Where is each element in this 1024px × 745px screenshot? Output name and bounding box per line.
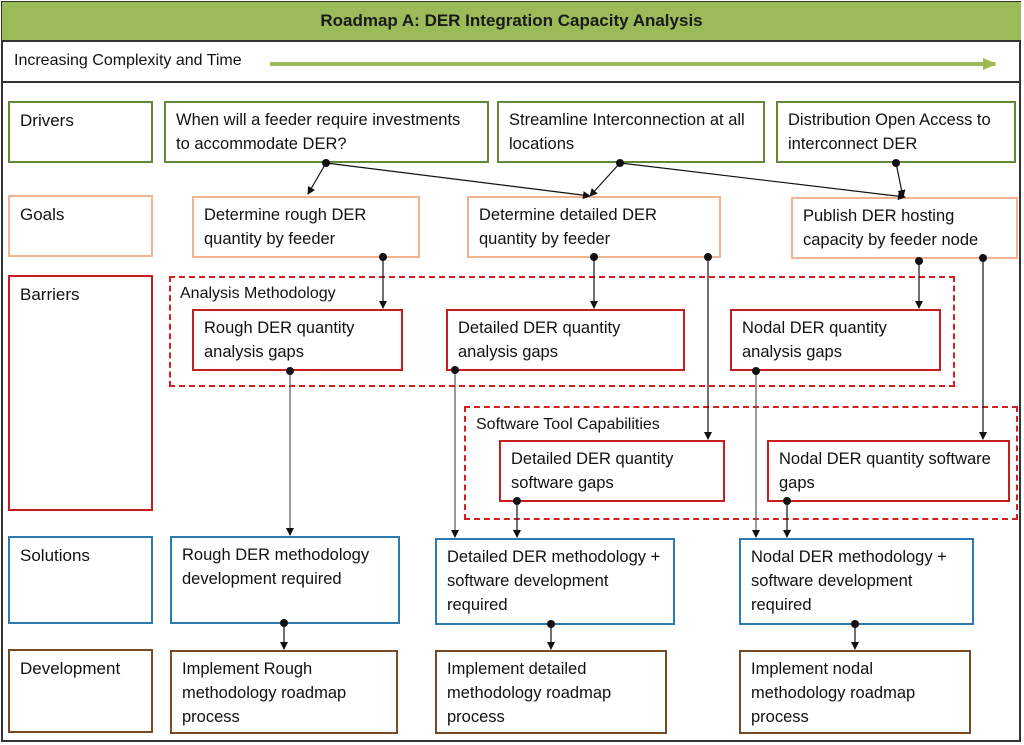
group-label-software: Software Tool Capabilities [476, 416, 660, 433]
barrier-detailed-software: Detailed DER quantity software gaps [499, 440, 725, 502]
barrier-rough-analysis: Rough DER quantity analysis gaps [192, 309, 403, 371]
driver-open-access: Distribution Open Access to interconnect… [776, 101, 1016, 163]
development-nodal: Implement nodal methodology roadmap proc… [739, 650, 971, 734]
row-label-goals: Goals [8, 195, 153, 257]
goal-detailed-quantity: Determine detailed DER quantity by feede… [467, 196, 721, 258]
development-rough: Implement Rough methodology roadmap proc… [170, 650, 398, 734]
barrier-nodal-analysis: Nodal DER quantity analysis gaps [730, 309, 941, 371]
barrier-detailed-analysis: Detailed DER quantity analysis gaps [446, 309, 685, 371]
timeline-band: Increasing Complexity and Time [2, 41, 1021, 83]
solution-detailed: Detailed DER methodology + software deve… [435, 538, 675, 625]
row-label-barriers: Barriers [8, 275, 153, 511]
timeline-label: Increasing Complexity and Time [14, 52, 242, 69]
row-label-drivers: Drivers [8, 101, 153, 163]
row-label-development: Development [8, 649, 153, 733]
solution-rough: Rough DER methodology development requir… [170, 536, 400, 624]
goal-rough-quantity: Determine rough DER quantity by feeder [192, 196, 420, 258]
driver-feeder-investment: When will a feeder require investments t… [164, 101, 489, 163]
driver-streamline-interconnection: Streamline Interconnection at all locati… [497, 101, 765, 163]
solution-nodal: Nodal DER methodology + software develop… [739, 538, 974, 625]
diagram-title: Roadmap A: DER Integration Capacity Anal… [2, 2, 1021, 42]
goal-hosting-capacity: Publish DER hosting capacity by feeder n… [791, 197, 1018, 259]
development-detailed: Implement detailed methodology roadmap p… [435, 650, 667, 734]
group-label-analysis: Analysis Methodology [180, 285, 336, 302]
barrier-nodal-software: Nodal DER quantity software gaps [767, 440, 1010, 502]
row-label-solutions: Solutions [8, 536, 153, 624]
